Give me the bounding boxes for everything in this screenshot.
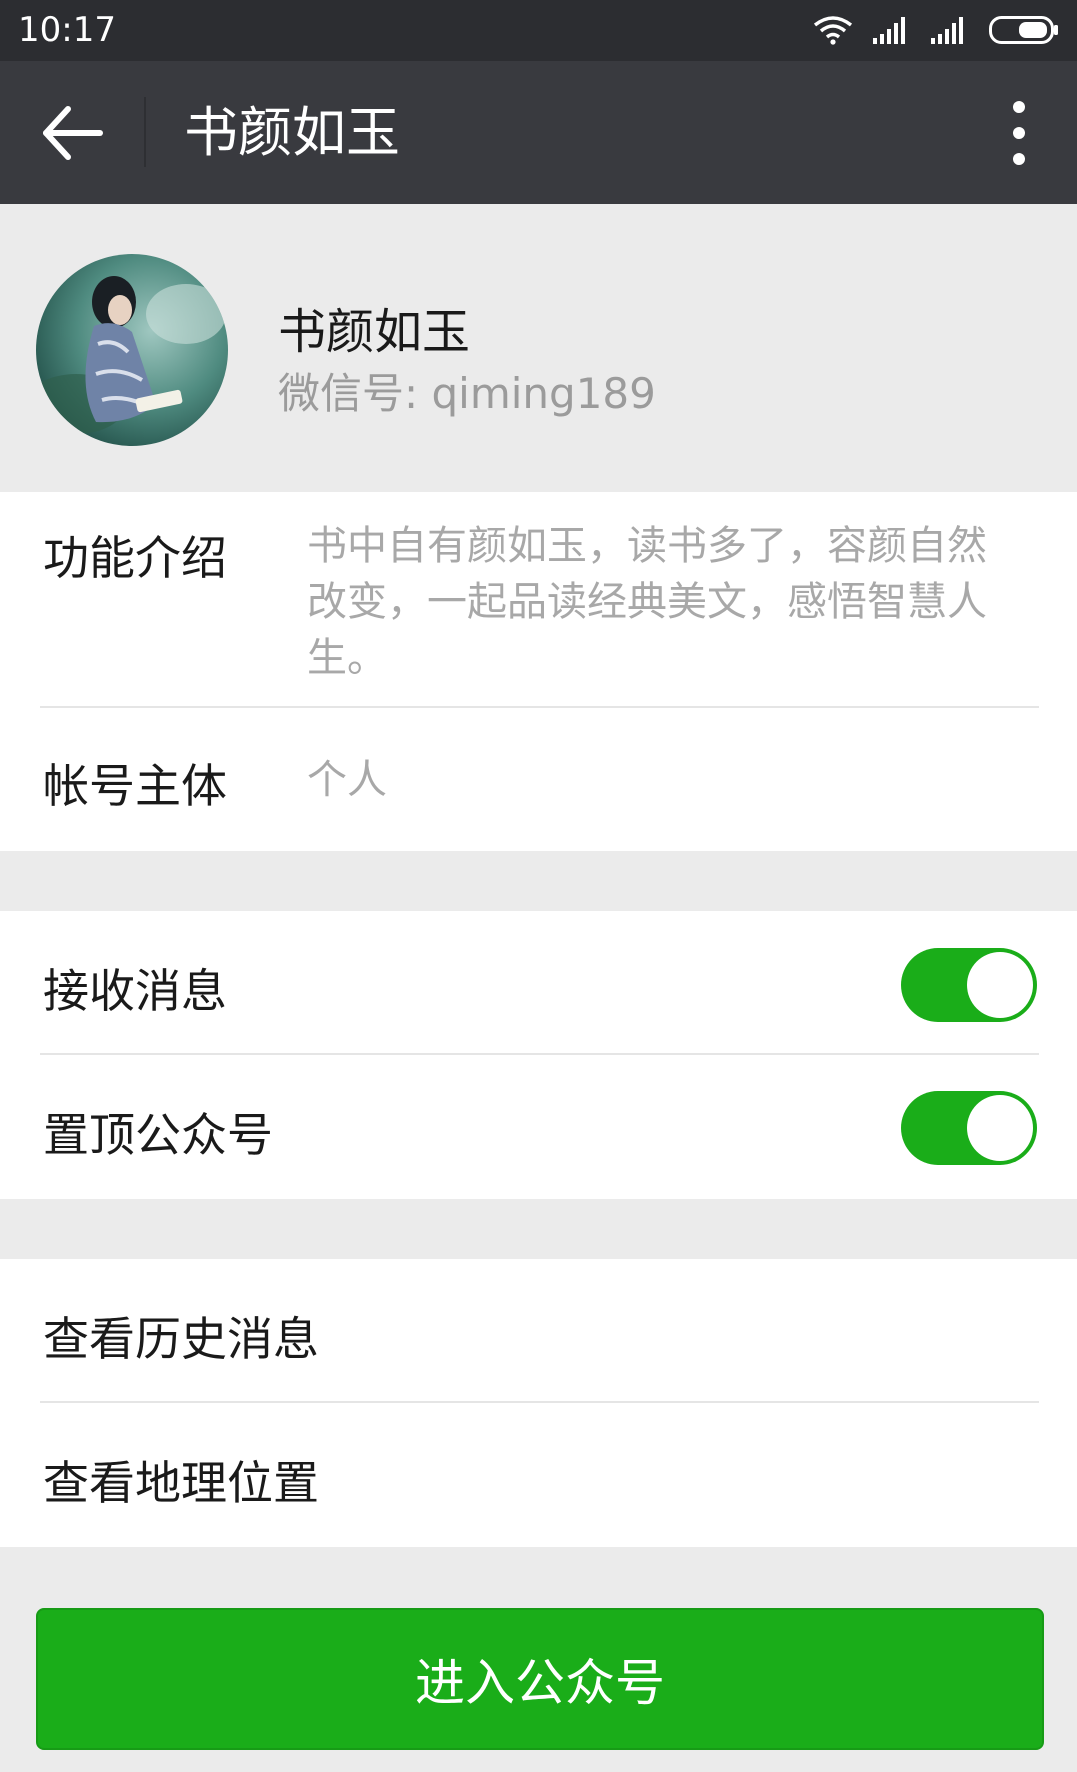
toggle-knob — [967, 1095, 1033, 1161]
app-bar: 书颜如玉 — [0, 61, 1077, 204]
wifi-icon — [813, 16, 853, 45]
toggle-knob — [967, 952, 1033, 1018]
view-location-label: 查看地理位置 — [43, 1456, 319, 1510]
more-vertical-icon[interactable] — [1001, 99, 1037, 167]
page-title: 书颜如玉 — [184, 101, 400, 164]
battery-icon — [989, 16, 1058, 44]
view-location-row[interactable]: 查看地理位置 — [0, 1403, 1077, 1547]
entity-row[interactable]: 帐号主体 个人 — [0, 708, 1077, 851]
receive-messages-row: 接收消息 — [0, 911, 1077, 1055]
avatar[interactable] — [36, 254, 228, 446]
profile-header: 书颜如玉 微信号: qiming189 — [0, 204, 1077, 492]
entity-value: 个人 — [307, 757, 387, 803]
receive-messages-label: 接收消息 — [43, 964, 227, 1018]
pin-account-label: 置顶公众号 — [43, 1108, 273, 1162]
wechat-id: 微信号: qiming189 — [278, 369, 656, 418]
signal-icon — [931, 17, 963, 44]
intro-label: 功能介绍 — [43, 531, 227, 585]
view-history-label: 查看历史消息 — [43, 1312, 319, 1366]
account-name: 书颜如玉 — [278, 304, 471, 360]
entity-label: 帐号主体 — [43, 759, 227, 813]
appbar-divider — [144, 97, 146, 167]
intro-row: 功能介绍 书中自有颜如玉，读书多了，容颜自然改变，一起品读经典美文，感悟智慧人生… — [0, 492, 1077, 708]
settings-card: 接收消息 置顶公众号 — [0, 911, 1077, 1199]
status-time: 10:17 — [18, 10, 116, 50]
pin-account-row: 置顶公众号 — [0, 1055, 1077, 1199]
pin-account-toggle[interactable] — [901, 1091, 1037, 1165]
actions-card: 查看历史消息 查看地理位置 — [0, 1259, 1077, 1547]
signal-icon — [873, 17, 905, 44]
view-history-row[interactable]: 查看历史消息 — [0, 1259, 1077, 1403]
enter-account-button[interactable]: 进入公众号 — [36, 1608, 1044, 1750]
back-arrow-icon[interactable] — [38, 101, 108, 165]
intro-value: 书中自有颜如玉，读书多了，容颜自然改变，一起品读经典美文，感悟智慧人生。 — [307, 523, 987, 681]
status-icons — [813, 14, 1059, 46]
status-bar: 10:17 — [0, 0, 1077, 61]
receive-messages-toggle[interactable] — [901, 948, 1037, 1022]
info-card: 功能介绍 书中自有颜如玉，读书多了，容颜自然改变，一起品读经典美文，感悟智慧人生… — [0, 492, 1077, 851]
